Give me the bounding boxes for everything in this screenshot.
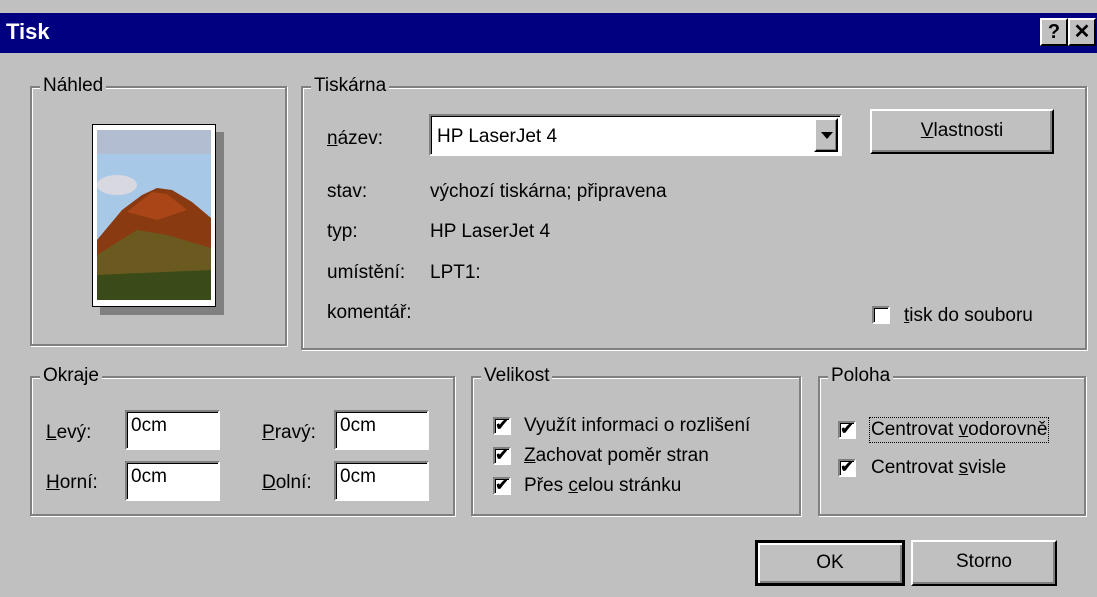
keep-ratio-label[interactable]: Zachovat poměr stran: [524, 445, 709, 467]
chevron-down-icon: [821, 132, 833, 139]
check-icon: ✔: [840, 421, 854, 438]
bottom-margin-input[interactable]: 0cm: [334, 461, 429, 501]
bottom-margin-label: Dolní:: [262, 472, 312, 493]
preview-legend: Náhled: [40, 75, 107, 97]
printer-name-label: název:: [327, 128, 383, 149]
check-icon: ✔: [495, 447, 509, 464]
status-value: výchozí tiskárna; připravena: [430, 181, 667, 202]
right-margin-input[interactable]: 0cm: [334, 410, 429, 450]
comment-label: komentář:: [327, 302, 412, 323]
left-margin-input[interactable]: 0cm: [125, 410, 220, 450]
printer-legend: Tiskárna: [311, 75, 390, 97]
title-bar: Tisk ? ✕: [0, 13, 1097, 53]
ok-button[interactable]: OK: [755, 540, 905, 586]
right-margin-label: Pravý:: [262, 422, 316, 443]
position-group: Poloha: [818, 365, 1086, 516]
use-resolution-checkbox[interactable]: ✔: [493, 417, 511, 435]
location-label: umístění:: [327, 262, 406, 283]
properties-button[interactable]: Vlastnosti: [870, 109, 1054, 154]
center-vertical-label[interactable]: Centrovat svisle: [871, 457, 1006, 479]
check-icon: ✔: [495, 477, 509, 494]
printer-name-value: HP LaserJet 4: [437, 126, 558, 147]
left-margin-label: Levý:: [46, 422, 92, 443]
keep-ratio-checkbox[interactable]: ✔: [493, 447, 511, 465]
preview-group: Náhled: [30, 75, 287, 346]
position-legend: Poloha: [828, 365, 894, 387]
full-page-label[interactable]: Přes celou stránku: [524, 475, 681, 497]
center-horizontal-checkbox[interactable]: ✔: [838, 421, 856, 439]
cancel-button[interactable]: Storno: [911, 540, 1057, 586]
center-vertical-checkbox[interactable]: ✔: [838, 459, 856, 477]
printer-name-select[interactable]: HP LaserJet 4: [429, 114, 842, 156]
margins-legend: Okraje: [40, 365, 102, 387]
full-page-checkbox[interactable]: ✔: [493, 477, 511, 495]
center-horizontal-label[interactable]: Centrovat vodorovně: [868, 417, 1050, 443]
use-resolution-label[interactable]: Využít informaci o rozlišení: [524, 415, 750, 437]
type-label: typ:: [327, 221, 358, 242]
print-to-file-label[interactable]: tisk do souboru: [904, 305, 1033, 327]
dropdown-button[interactable]: [814, 118, 838, 152]
help-button[interactable]: ?: [1040, 18, 1068, 46]
location-value: LPT1:: [430, 262, 481, 283]
preview-page: [92, 124, 216, 307]
close-icon: ✕: [1073, 21, 1091, 43]
window-title: Tisk: [6, 19, 50, 44]
check-icon: ✔: [840, 459, 854, 476]
type-value: HP LaserJet 4: [430, 221, 551, 242]
print-dialog: Tisk ? ✕ Náhled Tiskárna název: HP Laser…: [0, 0, 1097, 597]
preview-image: [97, 130, 211, 300]
top-margin-input[interactable]: 0cm: [125, 461, 220, 501]
size-legend: Velikost: [481, 365, 553, 387]
top-margin-label: Horní:: [46, 472, 98, 493]
help-icon: ?: [1047, 21, 1061, 43]
check-icon: ✔: [495, 417, 509, 434]
close-button[interactable]: ✕: [1068, 18, 1096, 46]
print-to-file-checkbox[interactable]: [872, 306, 890, 324]
status-label: stav:: [327, 181, 368, 202]
